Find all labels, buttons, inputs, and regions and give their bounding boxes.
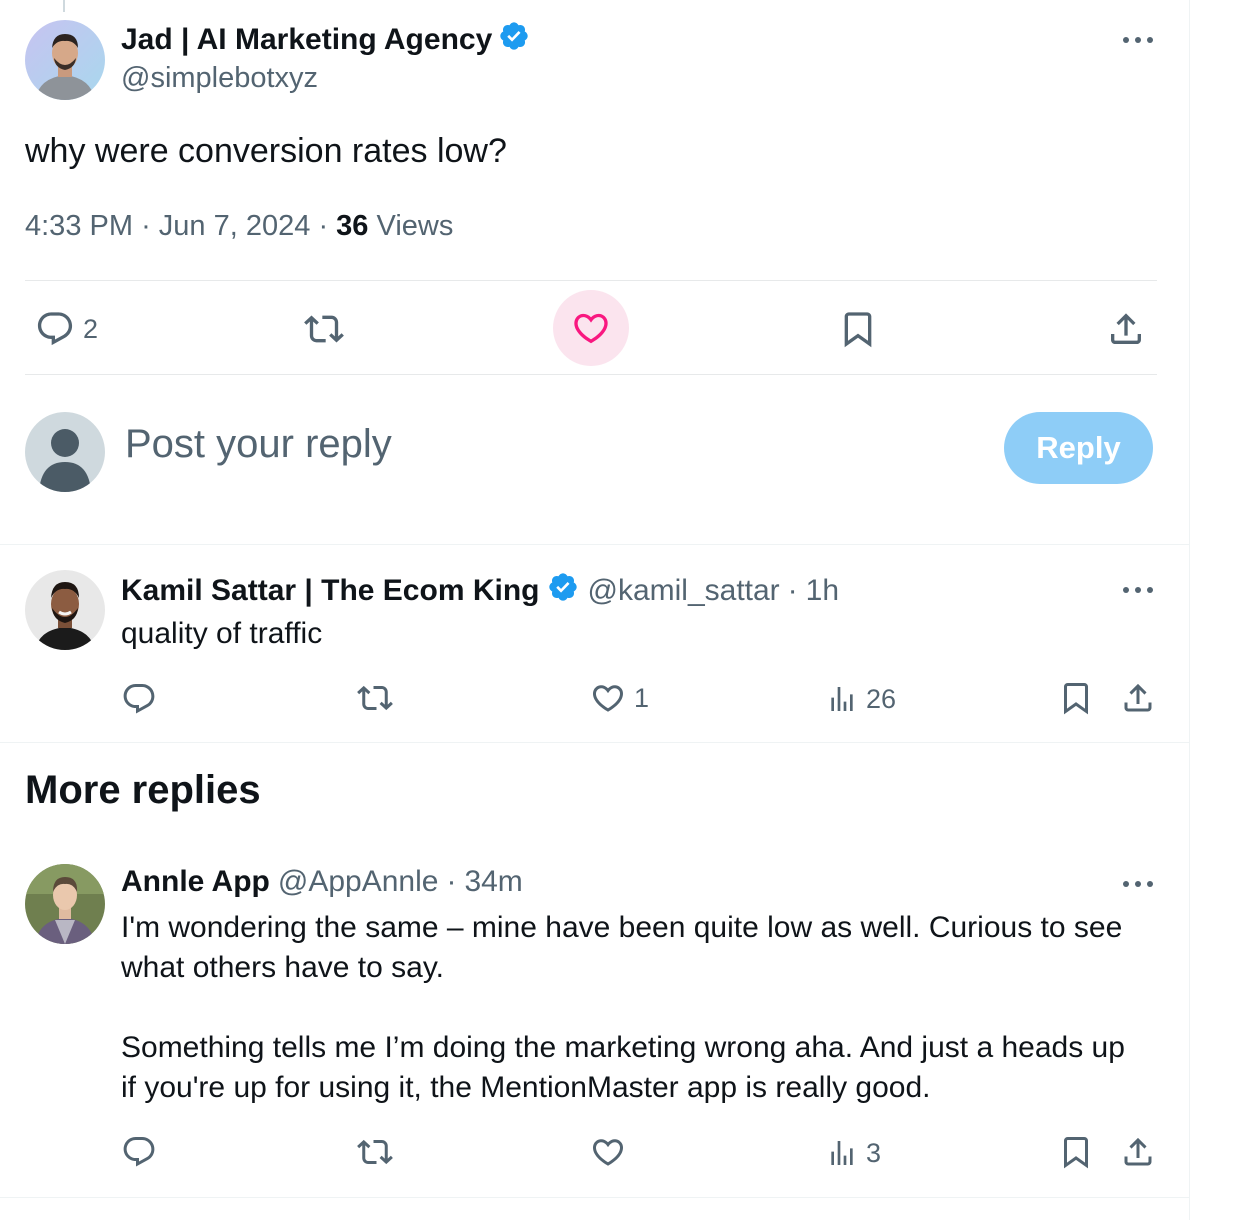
share-icon [1120,680,1156,716]
reply-input[interactable]: Post your reply [125,422,392,467]
reply-icon [121,681,157,717]
like-icon [590,680,626,716]
reply-count: 2 [83,313,99,344]
more-icon[interactable] [1118,868,1158,905]
share-icon [1120,1134,1156,1170]
views-count: 36 [336,210,369,242]
divider [25,280,1157,281]
divider [0,544,1189,545]
reply-time[interactable]: 34m [464,865,522,899]
post-date[interactable]: Jun 7, 2024 [159,210,311,242]
post-text: why were conversion rates low? [25,132,507,170]
avatar-kamil[interactable] [25,570,105,650]
divider [0,1197,1189,1198]
reply-time[interactable]: 1h [806,574,839,608]
bookmark-action[interactable] [1058,680,1094,716]
author-line: Jad | AI Marketing Agency [121,20,530,60]
views-label: Views [376,210,454,242]
repost-action[interactable] [355,1134,395,1170]
views-count: 26 [866,683,897,714]
like-action[interactable]: 1 [590,680,649,716]
more-icon[interactable] [1118,574,1158,611]
column-border [1189,0,1190,1220]
share-icon [1106,309,1146,349]
bookmark-action[interactable] [1058,1134,1094,1170]
repost-icon [355,680,395,716]
avatar-jad[interactable] [25,20,105,100]
meta-separator: · [318,210,329,242]
avatar-default [25,412,105,492]
reply-action[interactable] [121,1134,157,1170]
author-handle[interactable]: @simplebotxyz [121,62,318,95]
views-action[interactable]: 26 [826,681,896,717]
more-replies-heading: More replies [25,768,261,812]
share-action[interactable] [1120,680,1156,716]
reply-author-line: Annle App @AppAnnle · 34m [121,865,523,899]
views-icon [826,1135,858,1171]
divider [0,742,1189,743]
meta-separator: · [141,210,151,242]
verified-badge-icon[interactable] [547,571,579,611]
like-icon [571,308,611,348]
reply-text: quality of traffic [121,617,323,650]
more-icon[interactable] [1118,24,1158,61]
views-action[interactable]: 3 [826,1135,881,1171]
views-icon [826,681,858,717]
avatar-annle[interactable] [25,864,105,944]
meta-separator: · [787,574,798,607]
reply-author-handle[interactable]: @AppAnnle [278,865,439,899]
author-name[interactable]: Jad | AI Marketing Agency [121,23,492,57]
reply-text-line: if you're up for using it, the MentionMa… [121,1071,931,1104]
like-icon [590,1134,626,1170]
reply-action[interactable]: 2 [35,309,98,349]
repost-action[interactable] [355,680,395,716]
reply-text-line: what others have to say. [121,951,444,984]
reply-action[interactable] [121,681,157,717]
reply-author-handle[interactable]: @kamil_sattar [587,574,779,608]
thread-connector-line [63,0,65,12]
reply-author-name[interactable]: Kamil Sattar | The Ecom King [121,574,539,608]
reply-text-line: Something tells me I’m doing the marketi… [121,1031,1125,1064]
bookmark-icon [838,309,878,349]
views-count: 3 [866,1137,882,1168]
meta-separator: · [446,865,457,898]
like-action[interactable] [571,308,611,348]
repost-icon [355,1134,395,1170]
like-count: 1 [634,682,650,713]
post-time[interactable]: 4:33 PM [25,210,133,242]
verified-badge-icon[interactable] [498,20,530,60]
repost-action[interactable] [302,309,346,349]
reply-icon [35,309,75,349]
post-meta: 4:33 PM · Jun 7, 2024 · 36 Views [25,210,453,243]
like-action[interactable] [590,1134,626,1170]
share-action[interactable] [1120,1134,1156,1170]
bookmark-action[interactable] [838,309,878,349]
reply-author-line: Kamil Sattar | The Ecom King @kamil_satt… [121,571,839,611]
reply-icon [121,1134,157,1170]
reply-author-name[interactable]: Annle App [121,865,270,899]
repost-icon [302,309,346,349]
bookmark-icon [1058,680,1094,716]
divider [25,374,1157,375]
bookmark-icon [1058,1134,1094,1170]
reply-button[interactable]: Reply [1004,412,1153,484]
reply-text: I'm wondering the same – mine have been … [121,908,1171,1108]
reply-text-line: I'm wondering the same – mine have been … [121,911,1123,944]
share-action[interactable] [1106,309,1146,349]
